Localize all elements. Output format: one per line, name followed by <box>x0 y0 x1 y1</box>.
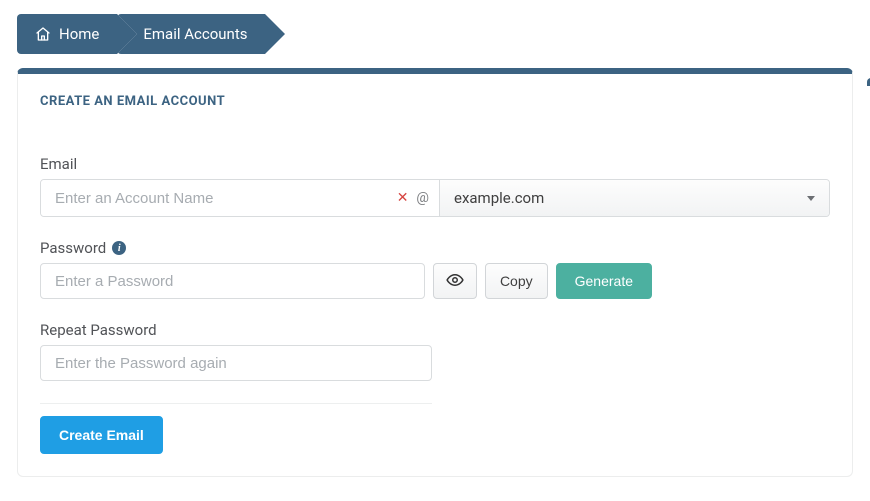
breadcrumb: Home Email Accounts <box>0 0 870 68</box>
breadcrumb-current[interactable]: Email Accounts <box>117 14 265 54</box>
email-row: ✕ @ example.com <box>40 179 830 217</box>
eye-icon <box>446 271 464 292</box>
domain-select[interactable]: example.com <box>439 180 829 216</box>
email-account-input[interactable] <box>41 180 387 216</box>
repeat-password-input[interactable] <box>40 345 432 381</box>
password-row: Copy Generate <box>40 263 652 299</box>
password-input[interactable] <box>40 263 425 299</box>
domain-selected-value: example.com <box>454 189 544 207</box>
home-icon <box>35 26 51 42</box>
info-icon[interactable]: i <box>112 241 126 255</box>
chevron-down-icon <box>807 196 815 201</box>
password-label: Password i <box>40 239 830 257</box>
email-input-icons: ✕ @ <box>387 180 439 216</box>
at-icon: @ <box>416 190 429 206</box>
generate-button[interactable]: Generate <box>556 263 652 299</box>
clear-icon[interactable]: ✕ <box>397 190 409 206</box>
divider <box>40 403 432 404</box>
breadcrumb-current-label: Email Accounts <box>143 25 247 43</box>
create-email-panel: CREATE AN EMAIL ACCOUNT Email ✕ @ exampl… <box>17 68 853 477</box>
breadcrumb-home[interactable]: Home <box>17 14 117 54</box>
panel-title: CREATE AN EMAIL ACCOUNT <box>40 94 830 109</box>
email-label: Email <box>40 155 830 173</box>
toggle-visibility-button[interactable] <box>433 263 477 299</box>
copy-button[interactable]: Copy <box>485 263 548 299</box>
repeat-password-label: Repeat Password <box>40 321 432 339</box>
password-label-text: Password <box>40 239 106 257</box>
breadcrumb-home-label: Home <box>59 25 99 43</box>
create-email-button[interactable]: Create Email <box>40 416 163 454</box>
